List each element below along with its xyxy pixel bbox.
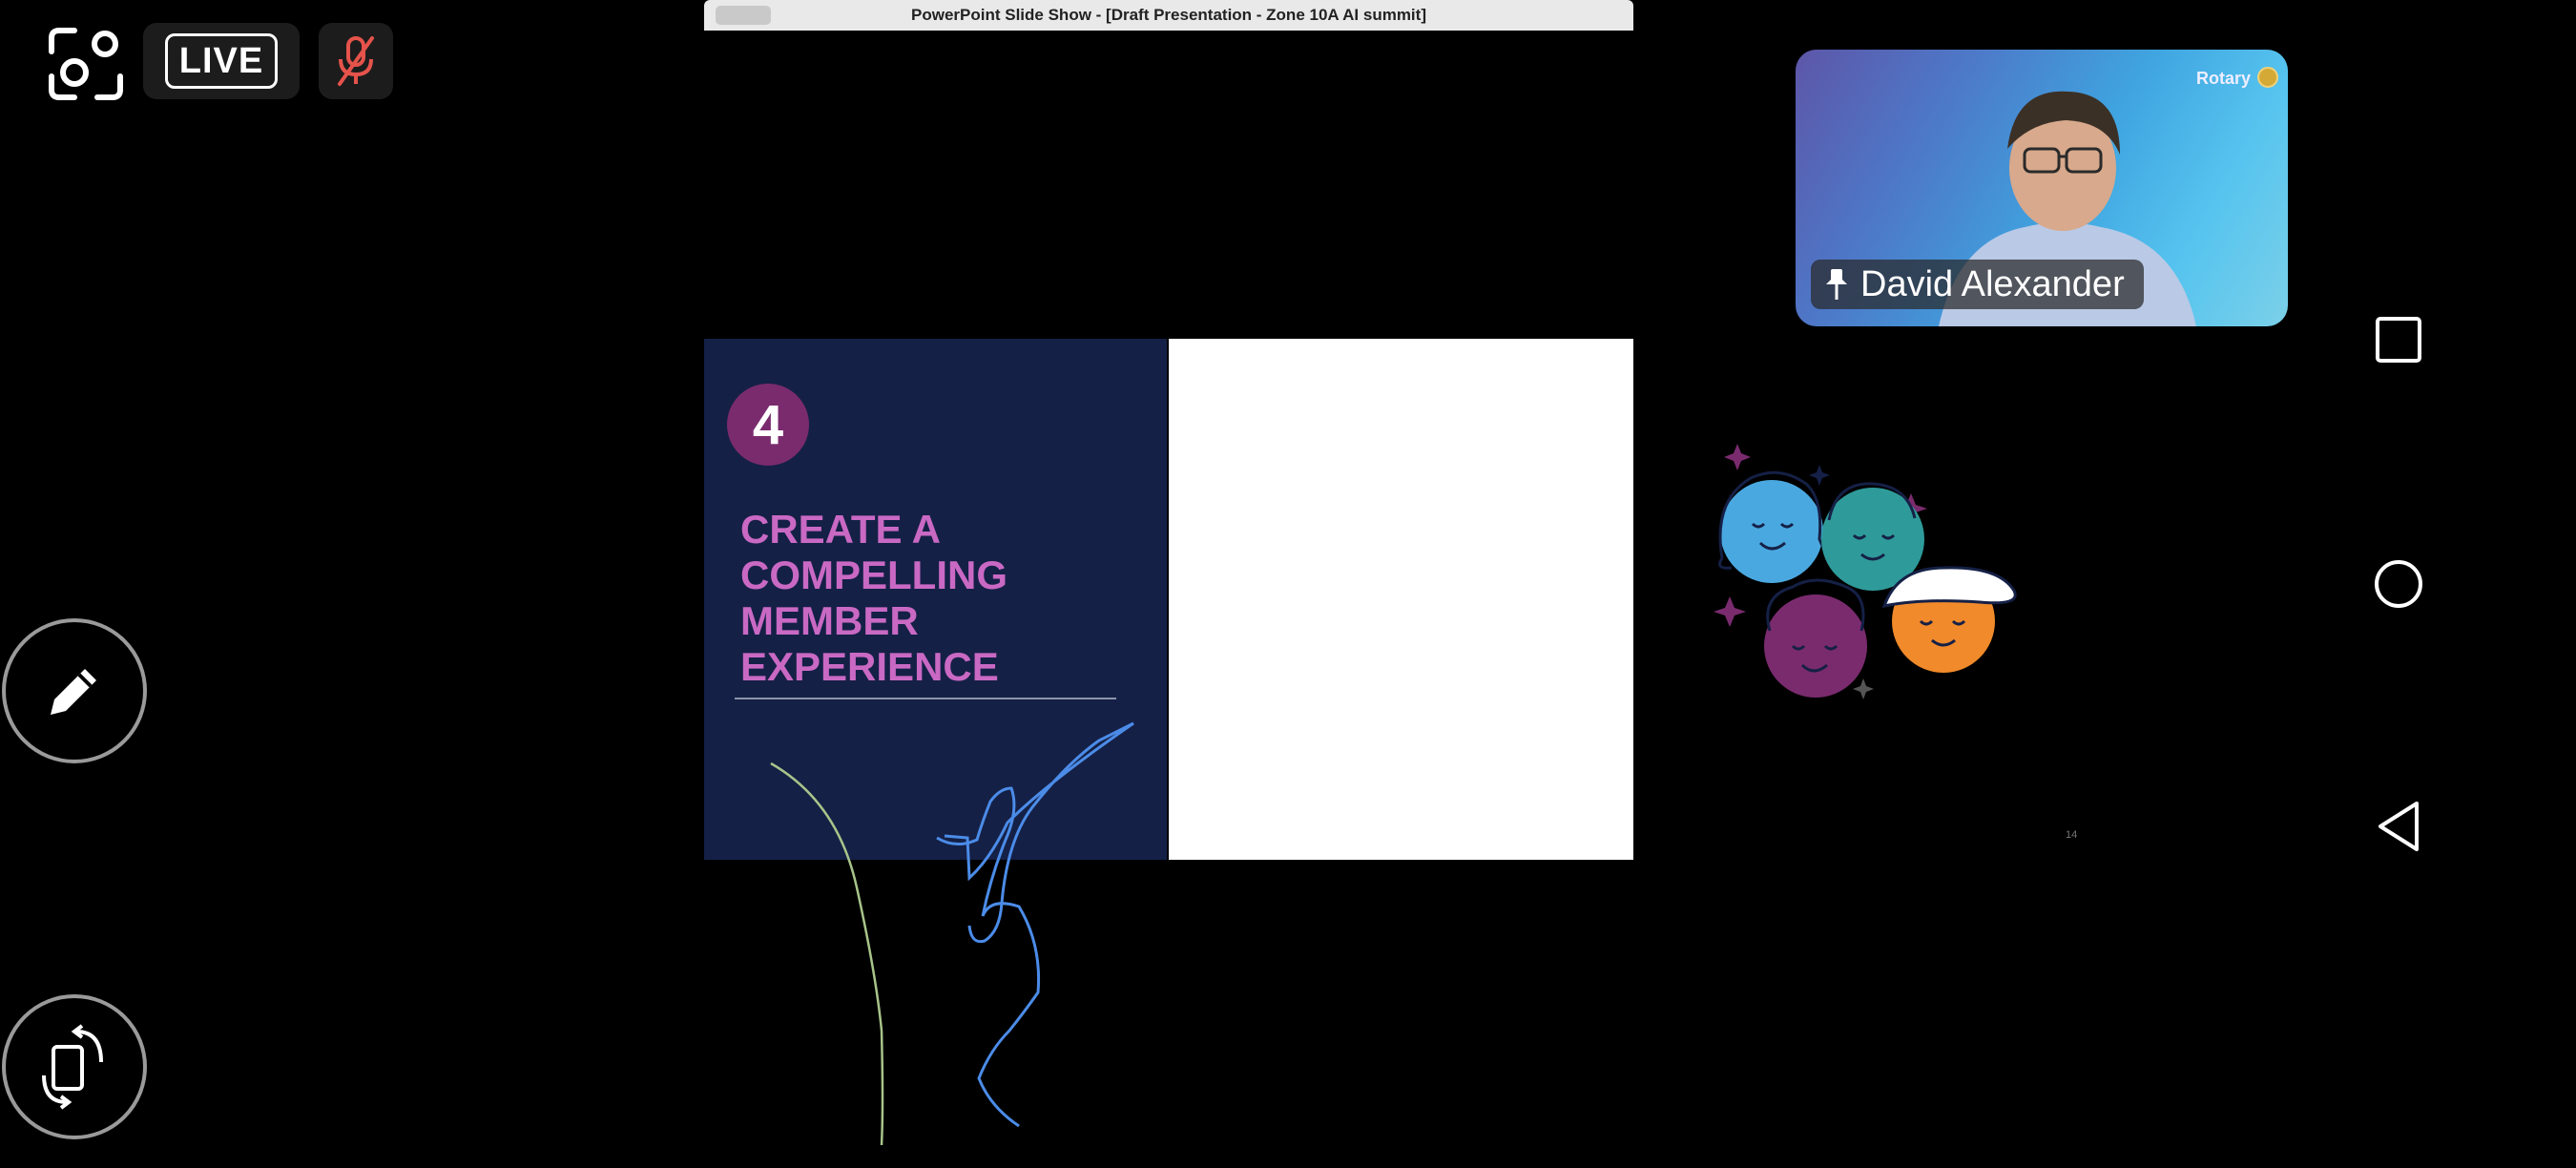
square-icon — [2376, 317, 2421, 363]
participant-name-tag: David Alexander — [1811, 260, 2144, 309]
live-label: LIVE — [164, 33, 279, 89]
slideshow-title-bar: PowerPoint Slide Show - [Draft Presentat… — [704, 0, 1633, 31]
mic-muted-icon — [338, 36, 374, 86]
slide-left-panel: 4 CREATE A COMPELLING MEMBER EXPERIENCE — [704, 339, 1167, 860]
slide-page-number: 14 — [2066, 829, 2078, 841]
triangle-back-icon — [2379, 802, 2419, 851]
pin-icon — [1826, 269, 1847, 300]
faces-illustration — [1714, 444, 2017, 699]
mute-toggle-button[interactable] — [319, 23, 393, 99]
slide-right-panel: 14 — [1169, 339, 2077, 860]
rotate-screen-icon — [42, 1024, 103, 1110]
pencil-icon — [51, 669, 96, 715]
live-button[interactable]: LIVE — [143, 23, 300, 99]
scan-frame-icon — [49, 28, 123, 100]
participant-video-tile[interactable]: Rotary David Alexander — [1796, 50, 2288, 326]
slide-heading: CREATE A COMPELLING MEMBER EXPERIENCE — [740, 507, 1008, 689]
participant-name: David Alexander — [1860, 263, 2125, 304]
rotary-wheel-icon — [2257, 67, 2278, 88]
rotate-screen-button[interactable] — [2, 994, 147, 1139]
window-title: PowerPoint Slide Show - [Draft Presentat… — [911, 6, 1426, 24]
scan-button[interactable] — [46, 25, 126, 103]
back-button[interactable] — [2370, 798, 2427, 855]
shared-screen: PowerPoint Slide Show - [Draft Presentat… — [704, 0, 2077, 1168]
circle-icon — [2375, 560, 2422, 608]
presentation-slide: 4 CREATE A COMPELLING MEMBER EXPERIENCE … — [704, 339, 2077, 860]
annotate-pen-button[interactable] — [2, 618, 147, 763]
home-button[interactable] — [2370, 555, 2427, 613]
slide-number-badge: 4 — [727, 384, 809, 466]
window-control-button[interactable] — [716, 6, 771, 25]
recents-button[interactable] — [2370, 311, 2427, 368]
heading-underline — [735, 698, 1116, 699]
brand-label: Rotary — [2196, 69, 2252, 88]
